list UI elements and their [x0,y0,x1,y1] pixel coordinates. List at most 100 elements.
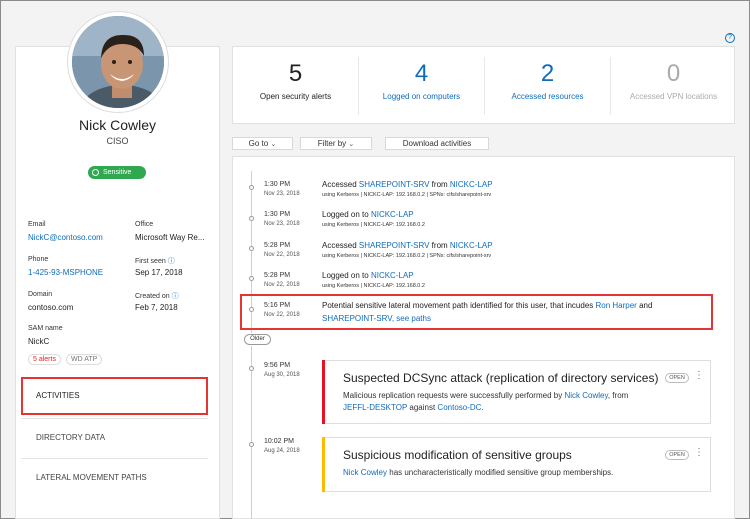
timeline-dot [249,307,254,312]
alert-date: Aug 24, 2018 [264,448,300,454]
avatar [68,12,168,112]
goto-dropdown[interactable]: Go to ⌄ [232,137,293,150]
activity-date: Nov 22, 2018 [264,312,300,318]
computer-link[interactable]: NICKC-LAP [371,210,414,219]
user-link[interactable]: Nick Cowley [564,391,607,400]
stat-value: 2 [540,60,555,87]
computer-link[interactable]: NICKC-LAP [450,180,493,189]
computer-link[interactable]: JEFFL-DESKTOP [343,403,407,412]
sam-label: SAM name [28,325,63,332]
alert-time: 10:02 PM [264,438,294,445]
alert-title[interactable]: Suspicious modification of sensitive gro… [343,448,572,462]
activity-description: Accessed SHAREPOINT-SRV from NICKC-LAP [322,241,493,250]
user-link[interactable]: Nick Cowley [343,468,387,477]
stat-open-alerts[interactable]: 5 Open security alerts [233,47,358,125]
alerts-badge[interactable]: 5 alerts [28,354,61,365]
timeline-line [251,346,252,519]
lateral-description: Potential sensitive lateral movement pat… [322,301,653,310]
activity-description: Logged on to NICKC-LAP [322,271,414,280]
activity-date: Nov 23, 2018 [264,221,300,227]
stat-label: Logged on computers [382,92,461,101]
stat-value: 5 [288,60,303,87]
activity-time: 5:28 PM [264,242,291,249]
nav-directory-data[interactable]: DIRECTORY DATA [21,419,208,457]
office-label: Office [135,221,154,228]
activity-date: Nov 22, 2018 [264,282,300,288]
created-label: Created on ⓘ [135,293,179,300]
resource-link[interactable]: SHAREPOINT-SRV [359,180,430,189]
sam-value: NickC [28,337,50,346]
chevron-down-icon: ⌄ [270,141,277,148]
sensitive-icon [92,169,99,176]
help-icon[interactable]: ? [725,33,735,43]
alert-time: 9:56 PM [264,362,291,369]
timeline-dot [249,442,254,447]
alert-date: Aug 30, 2018 [264,372,300,378]
resource-link[interactable]: SHAREPOINT-SRV [359,241,430,250]
chevron-down-icon: ⌄ [348,141,355,148]
stat-label: Open security alerts [259,92,332,101]
activity-date: Nov 22, 2018 [264,252,300,258]
older-button[interactable]: Older [244,334,271,345]
wd-atp-badge[interactable]: WD ATP [66,354,103,365]
first-seen-value: Sep 17, 2018 [135,268,183,277]
severity-bar [322,360,325,424]
computer-link[interactable]: NICKC-LAP [371,271,414,280]
stat-accessed-resources[interactable]: 2 Accessed resources [485,47,610,125]
timeline-dot [249,216,254,221]
activity-description: Accessed SHAREPOINT-SRV from NICKC-LAP [322,180,493,189]
activity-meta: using Kerberos | NICKC-LAP: 192.168.0.2 … [322,192,492,198]
filter-dropdown[interactable]: Filter by ⌄ [300,137,372,150]
alert-body: Malicious replication requests were succ… [343,391,629,412]
activity-time: 1:30 PM [264,211,291,218]
stats-panel: 5 Open security alerts 4 Logged on compu… [232,46,735,124]
user-link[interactable]: Ron Harper [595,301,636,310]
activity-meta: using Kerberos | NICKC-LAP: 192.168.0.2 … [322,253,492,259]
more-options-icon[interactable]: ⋮ [694,370,704,381]
more-options-icon[interactable]: ⋮ [694,447,704,458]
dc-link[interactable]: Contoso-DC [437,403,481,412]
severity-bar [322,437,325,492]
activity-time: 1:30 PM [264,181,291,188]
timeline-dot [249,366,254,371]
stat-label: Accessed resources [511,92,584,101]
status-badge: OPEN [665,450,689,460]
alert-body: Nick Cowley has uncharacteristically mod… [343,468,614,477]
timeline-dot [249,246,254,251]
user-name: Nick Cowley [78,117,156,133]
activity-meta: using Kerberos | NICKC-LAP: 192.168.0.2 [322,283,425,289]
domain-label: Domain [28,291,53,298]
timeline-dot [249,185,254,190]
status-badge: OPEN [665,373,689,383]
info-icon: ⓘ [167,258,175,265]
see-paths-link[interactable]: see paths [396,314,431,323]
lateral-description-cont: SHAREPOINT-SRV, see paths [322,314,431,323]
user-title: CISO [106,136,129,146]
nav-activities[interactable]: ACTIVITIES [21,377,208,415]
first-seen-label: First seen ⓘ [135,258,175,265]
alert-title[interactable]: Suspected DCSync attack (replication of … [343,371,658,385]
info-icon: ⓘ [171,293,179,300]
alert-card-dcsync[interactable]: Suspected DCSync attack (replication of … [322,360,711,424]
activity-time: 5:16 PM [264,302,291,309]
sensitive-label: Sensitive [103,169,132,176]
alert-card-sensitive-groups[interactable]: Suspicious modification of sensitive gro… [322,437,711,492]
stat-value: 4 [414,60,429,87]
activity-date: Nov 23, 2018 [264,191,300,197]
activity-time: 5:28 PM [264,272,291,279]
stat-logged-on-computers[interactable]: 4 Logged on computers [359,47,484,125]
phone-link[interactable]: 1-425-93-MSPHONE [28,268,103,277]
activity-description: Logged on to NICKC-LAP [322,210,414,219]
stat-value: 0 [666,60,681,87]
email-link[interactable]: NickC@contoso.com [28,233,103,242]
email-label: Email [28,221,46,228]
timeline-dot [249,276,254,281]
nav-lateral-movement-paths[interactable]: LATERAL MOVEMENT PATHS [21,459,208,497]
phone-label: Phone [28,256,49,263]
resource-link[interactable]: SHAREPOINT-SRV [322,314,392,323]
domain-value: contoso.com [28,303,74,312]
download-activities-button[interactable]: Download activities [385,137,489,150]
computer-link[interactable]: NICKC-LAP [450,241,493,250]
activity-meta: using Kerberos | NICKC-LAP: 192.168.0.2 [322,222,425,228]
sensitive-badge: Sensitive [88,166,146,179]
